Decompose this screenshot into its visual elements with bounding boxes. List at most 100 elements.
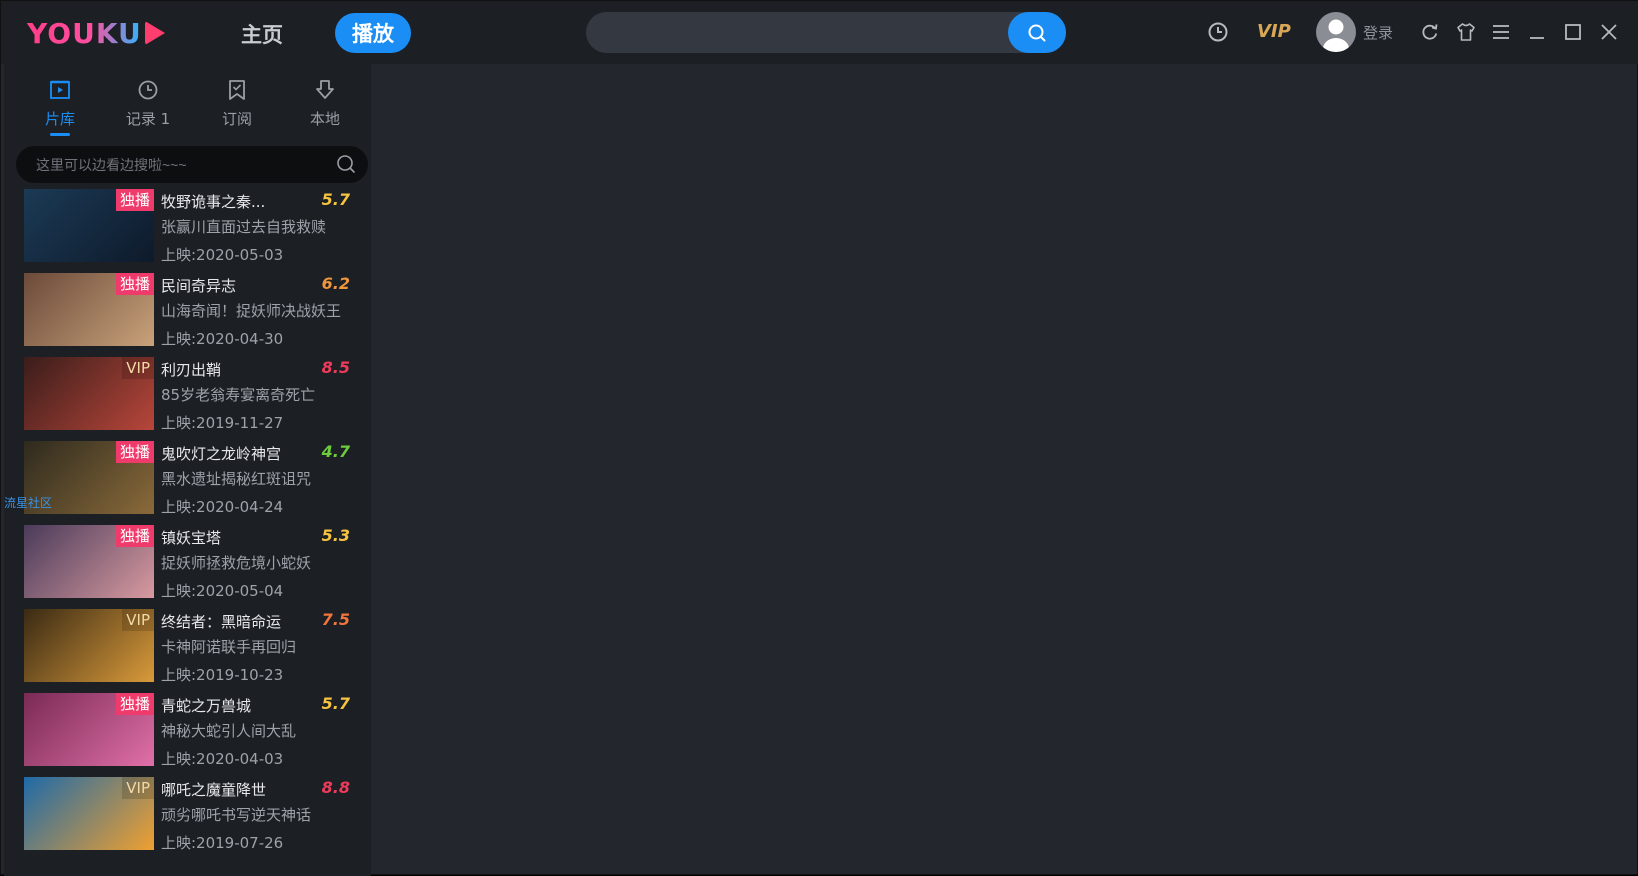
video-badge: VIP: [122, 777, 154, 799]
video-item[interactable]: VIP 终结者：黑暗命运 7.5 卡神阿诺联手再回归 上映:2019-10-23: [24, 609, 354, 689]
close-button[interactable]: [1600, 23, 1618, 41]
menu-button[interactable]: [1492, 23, 1510, 41]
video-badge: 独播: [115, 441, 154, 463]
top-bar: YOUKU 主页 播放 VIP 登录: [1, 1, 1638, 64]
video-badge: 独播: [115, 273, 154, 295]
minimize-button[interactable]: [1528, 23, 1546, 41]
video-score: 5.7: [321, 190, 350, 209]
refresh-button[interactable]: [1421, 23, 1439, 41]
video-description: 85岁老翁寿宴离奇死亡: [161, 386, 316, 404]
video-badge: VIP: [122, 357, 154, 379]
vip-link[interactable]: VIP: [1257, 21, 1291, 42]
video-release-date: 上映:2019-11-27: [161, 414, 284, 432]
sidebar-search: [16, 146, 368, 183]
video-score: 8.8: [321, 778, 350, 797]
video-badge: VIP: [122, 609, 154, 631]
youku-logo[interactable]: YOUKU: [27, 15, 165, 51]
close-icon: [1601, 24, 1617, 40]
video-thumbnail: VIP: [24, 777, 154, 850]
search-icon: [1028, 24, 1046, 41]
active-tab-indicator: [50, 133, 70, 136]
video-title: 鬼吹灯之龙岭神宫: [161, 445, 282, 463]
video-thumbnail: 独播: [24, 693, 154, 766]
video-item[interactable]: 独播 镇妖宝塔 5.3 捉妖师拯救危境小蛇妖 上映:2020-05-04: [24, 525, 354, 605]
video-description: 顽劣哪吒书写逆天神话: [161, 806, 312, 824]
video-title: 镇妖宝塔: [161, 529, 222, 547]
video-item[interactable]: 独播 牧野诡事之秦... 5.7 张赢川直面过去自我救赎 上映:2020-05-…: [24, 189, 354, 269]
community-link[interactable]: 流星社区: [4, 494, 52, 511]
shirt-icon: [1457, 23, 1475, 41]
video-release-date: 上映:2020-04-30: [161, 330, 284, 348]
top-search-button[interactable]: [1008, 12, 1066, 53]
video-release-date: 上映:2020-04-03: [161, 750, 284, 768]
sidebar-search-input[interactable]: [36, 146, 326, 183]
bookmark-icon: [229, 80, 245, 100]
logo-play-icon: [144, 21, 165, 45]
video-description: 捉妖师拯救危境小蛇妖: [161, 554, 312, 572]
tab-history[interactable]: 记录 1: [118, 76, 178, 129]
sidebar: 片库 记录 1 订阅 本地 这里可以边看边搜啦~~~ 独播 牧野诡事之秦... …: [4, 64, 371, 876]
nav-play[interactable]: 播放: [335, 13, 411, 53]
video-title: 哪吒之魔童降世: [161, 781, 267, 799]
app-window: YOUKU 主页 播放 VIP 登录 片库 记录 1 订阅 本地 这里可以边看边…: [0, 0, 1638, 876]
video-thumbnail: VIP: [24, 357, 154, 430]
clock-icon: [138, 80, 158, 100]
video-item[interactable]: 独播 鬼吹灯之龙岭神宫 4.7 黑水遗址揭秘红斑诅咒 上映:2020-04-24: [24, 441, 354, 521]
tab-subscribe[interactable]: 订阅: [207, 76, 267, 129]
video-badge: 独播: [115, 693, 154, 715]
sidebar-tabs: 片库 记录 1 订阅 本地: [4, 76, 371, 138]
video-score: 5.3: [321, 526, 350, 545]
skin-button[interactable]: [1456, 22, 1476, 42]
top-search-input[interactable]: [604, 12, 984, 53]
video-score: 4.7: [321, 442, 350, 461]
library-icon: [50, 80, 70, 99]
history-button[interactable]: [1207, 21, 1229, 43]
video-title: 青蛇之万兽城: [161, 697, 252, 715]
tab-label: 订阅: [221, 110, 252, 128]
video-title: 民间奇异志: [161, 277, 237, 295]
tab-label: 记录 1: [125, 110, 171, 128]
user-icon: [1323, 19, 1349, 52]
refresh-icon: [1422, 24, 1438, 40]
avatar[interactable]: [1316, 12, 1356, 52]
video-score: 6.2: [321, 274, 350, 293]
menu-icon: [1493, 25, 1509, 39]
video-release-date: 上映:2020-05-03: [161, 246, 284, 264]
nav-home[interactable]: 主页: [241, 19, 283, 49]
video-release-date: 上映:2020-04-24: [161, 498, 284, 516]
maximize-button[interactable]: [1564, 23, 1582, 41]
video-description: 山海奇闻！捉妖师决战妖王: [161, 302, 342, 320]
clock-icon: [1208, 22, 1228, 42]
top-search: [586, 12, 1066, 53]
tab-library[interactable]: 片库: [30, 76, 90, 136]
tab-local[interactable]: 本地: [295, 76, 355, 129]
logo-text: YOUKU: [27, 16, 142, 50]
video-description: 神秘大蛇引人间大乱: [161, 722, 297, 740]
video-badge: 独播: [115, 525, 154, 547]
video-item[interactable]: 独播 青蛇之万兽城 5.7 神秘大蛇引人间大乱 上映:2020-04-03: [24, 693, 354, 773]
download-icon: [316, 80, 334, 99]
login-link[interactable]: 登录: [1363, 22, 1393, 43]
video-description: 黑水遗址揭秘红斑诅咒: [161, 470, 312, 488]
video-score: 5.7: [321, 694, 350, 713]
minimize-icon: [1530, 37, 1544, 39]
video-score: 7.5: [321, 610, 350, 629]
video-release-date: 上映:2020-05-04: [161, 582, 284, 600]
video-thumbnail: 独播: [24, 525, 154, 598]
video-thumbnail: 独播: [24, 273, 154, 346]
video-release-date: 上映:2019-07-26: [161, 834, 284, 852]
video-description: 张赢川直面过去自我救赎: [161, 218, 327, 236]
video-score: 8.5: [321, 358, 350, 377]
video-badge: 独播: [115, 189, 154, 211]
video-item[interactable]: VIP 哪吒之魔童降世 8.8 顽劣哪吒书写逆天神话 上映:2019-07-26: [24, 777, 354, 857]
video-item[interactable]: VIP 利刃出鞘 8.5 85岁老翁寿宴离奇死亡 上映:2019-11-27: [24, 357, 354, 437]
video-release-date: 上映:2019-10-23: [161, 666, 284, 684]
video-item[interactable]: 独播 民间奇异志 6.2 山海奇闻！捉妖师决战妖王 上映:2020-04-30: [24, 273, 354, 353]
video-thumbnail: VIP: [24, 609, 154, 682]
tab-label: 片库: [44, 110, 75, 128]
video-title: 终结者：黑暗命运: [161, 613, 282, 631]
maximize-icon: [1565, 24, 1581, 40]
player-area[interactable]: [371, 64, 1636, 874]
search-icon[interactable]: [336, 154, 356, 178]
video-title: 利刃出鞘: [161, 361, 222, 379]
